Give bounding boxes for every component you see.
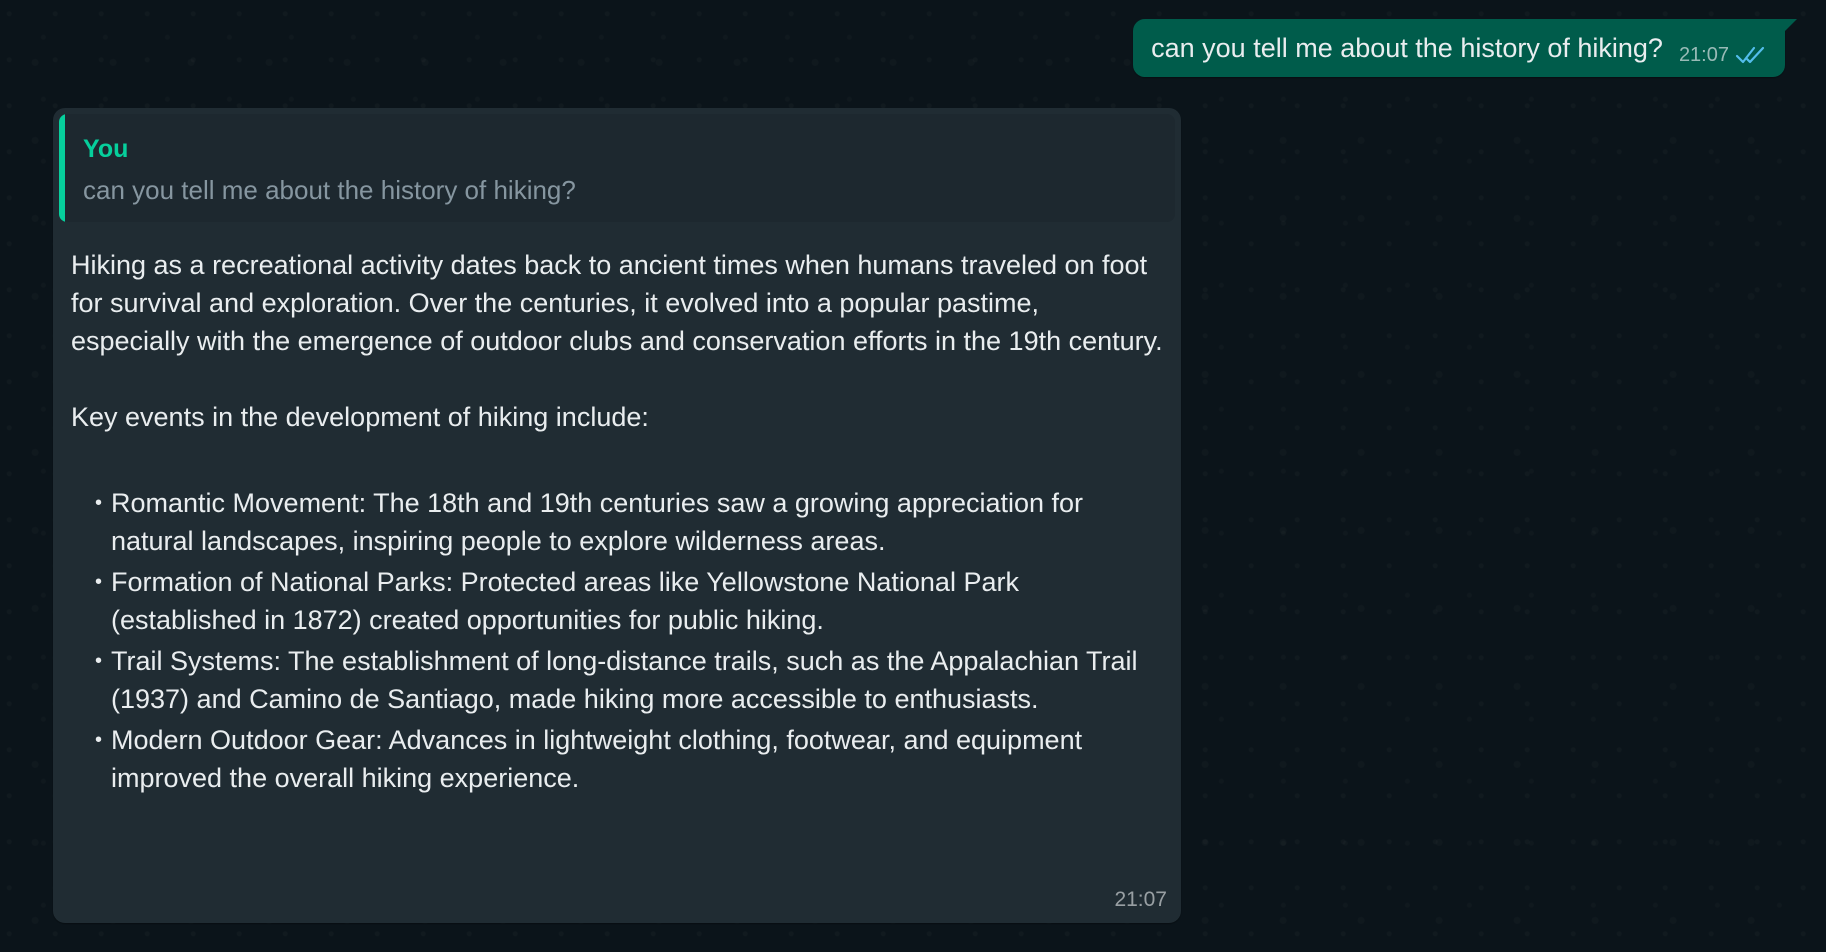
bullet: • <box>95 729 103 751</box>
message-body: Hiking as a recreational activity dates … <box>59 222 1175 797</box>
intro-paragraph: Hiking as a recreational activity dates … <box>71 250 1163 356</box>
event-text: Formation of National Parks: Protected a… <box>111 567 1019 635</box>
quote-text: can you tell me about the history of hik… <box>83 175 576 205</box>
list-item: • Trail Systems: The establishment of lo… <box>95 642 1163 718</box>
outgoing-message-time: 21:07 <box>1678 44 1729 66</box>
chat-area: can you tell me about the history of hik… <box>0 0 1826 952</box>
key-events-list: • Romantic Movement: The 18th and 19th c… <box>71 484 1163 797</box>
list-item: • Modern Outdoor Gear: Advances in light… <box>95 721 1163 797</box>
event-text: Romantic Movement: The 18th and 19th cen… <box>111 488 1084 556</box>
outgoing-message-meta: 21:07 <box>1679 43 1767 67</box>
bullet: • <box>95 571 103 593</box>
incoming-message[interactable]: You can you tell me about the history of… <box>53 108 1181 923</box>
event-text: Trail Systems: The establishment of long… <box>111 646 1138 714</box>
event-text: Modern Outdoor Gear: Advances in lightwe… <box>111 725 1083 793</box>
incoming-message-time: 21:07 <box>1114 888 1167 911</box>
bullet: • <box>95 492 103 514</box>
list-item: • Formation of National Parks: Protected… <box>95 563 1163 639</box>
quote-accent-bar <box>59 114 65 222</box>
outgoing-message-text: can you tell me about the history of hik… <box>1151 33 1663 63</box>
double-check-icon <box>1735 45 1767 65</box>
list-item: • Romantic Movement: The 18th and 19th c… <box>95 484 1163 560</box>
key-events-heading: Key events in the development of hiking … <box>71 402 649 432</box>
quoted-reply[interactable]: You can you tell me about the history of… <box>59 114 1175 222</box>
outgoing-message[interactable]: can you tell me about the history of hik… <box>1133 19 1797 77</box>
quote-author: You <box>83 135 129 163</box>
bullet: • <box>95 650 103 672</box>
